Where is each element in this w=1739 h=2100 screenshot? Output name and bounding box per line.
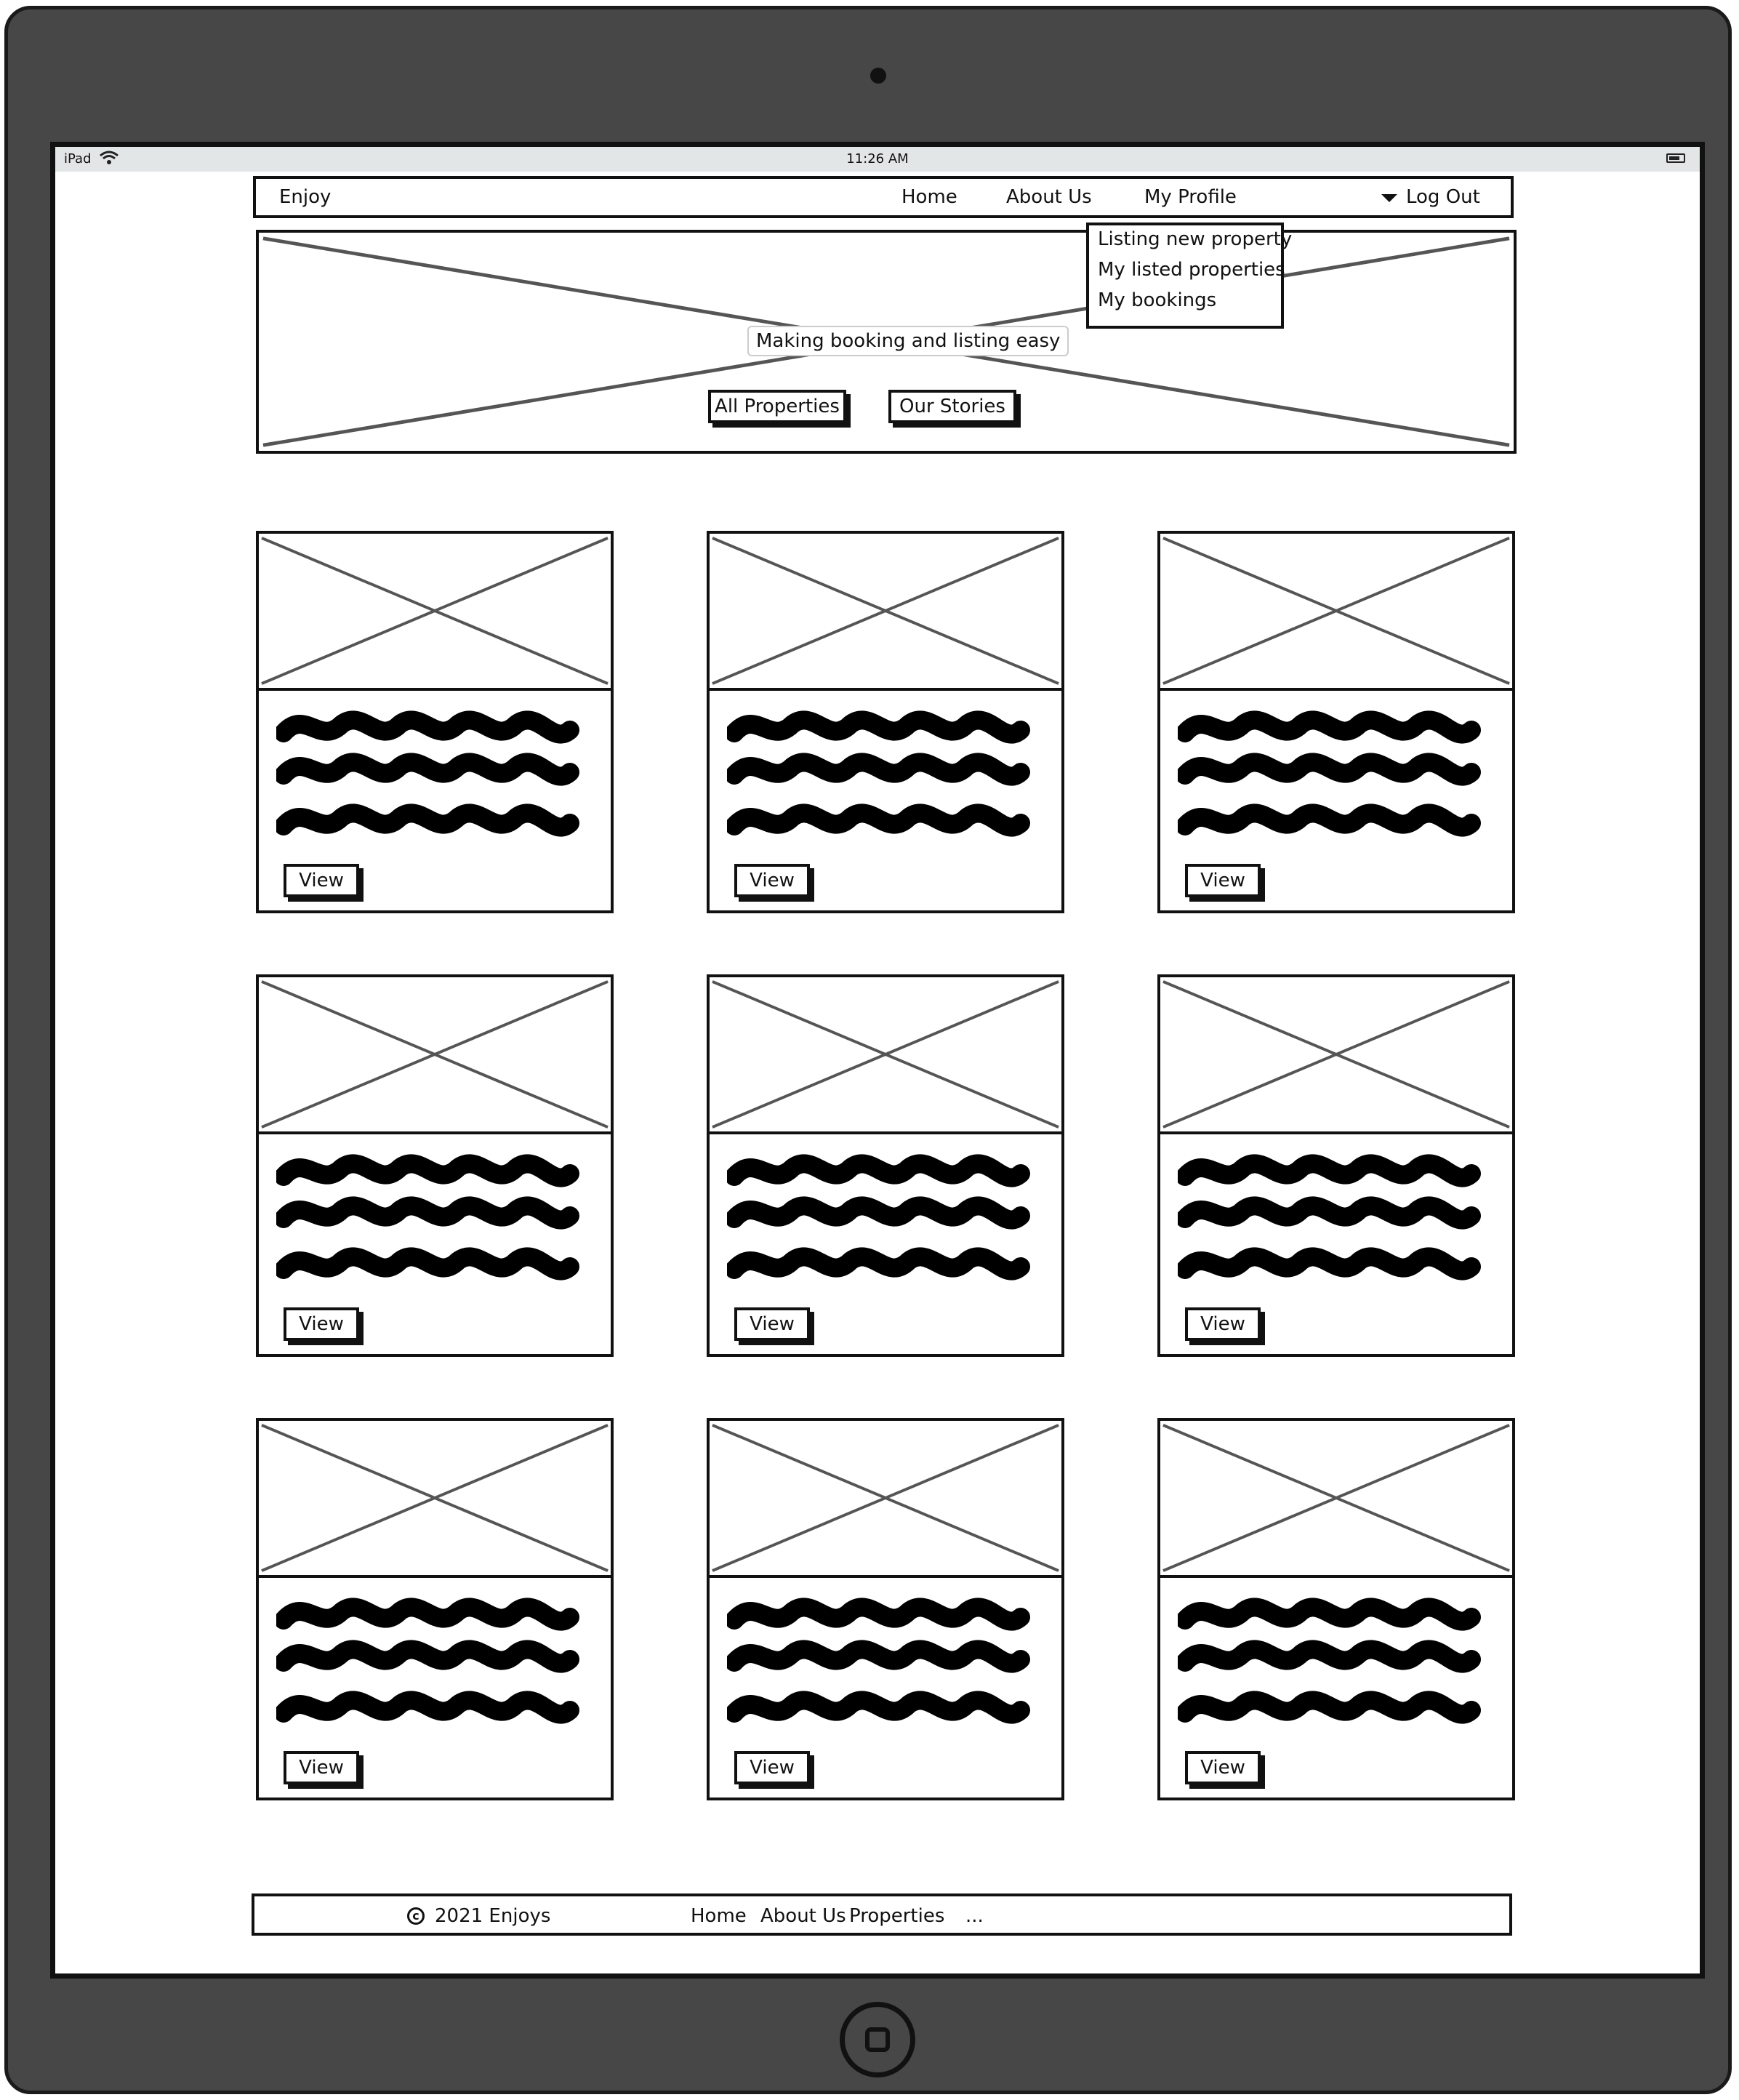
placeholder-text-scribble: [727, 1598, 1030, 1724]
placeholder-text-scribble: [727, 710, 1030, 837]
menu-item-my-listed-properties[interactable]: My listed properties: [1098, 259, 1285, 281]
placeholder-text-scribble: [727, 1154, 1030, 1281]
placeholder-text-scribble: [1178, 710, 1481, 837]
menu-item-listing-new-property[interactable]: Listing new property: [1098, 228, 1292, 250]
nav-log-out[interactable]: Log Out: [1406, 186, 1480, 208]
footer-ellipsis: ...: [965, 1905, 984, 1927]
footer-link-about-us[interactable]: About Us: [760, 1905, 846, 1927]
property-image-placeholder: [710, 1424, 1061, 1578]
view-button[interactable]: View: [1185, 864, 1261, 897]
property-image-placeholder: [259, 980, 611, 1134]
view-button[interactable]: View: [734, 1307, 810, 1341]
footer-copyright: 2021 Enjoys: [435, 1905, 551, 1927]
property-card: View: [707, 531, 1064, 913]
view-button[interactable]: View: [284, 864, 359, 897]
profile-dropdown-menu: Listing new property My listed propertie…: [1086, 223, 1292, 329]
nav-my-profile[interactable]: My Profile: [1144, 186, 1237, 208]
battery-icon: [1666, 153, 1685, 163]
menu-item-my-bookings[interactable]: My bookings: [1098, 289, 1216, 311]
our-stories-button[interactable]: Our Stories: [888, 390, 1016, 423]
placeholder-text-scribble: [276, 1598, 579, 1724]
hero-caption: Making booking and listing easy: [747, 326, 1069, 356]
view-button[interactable]: View: [1185, 1751, 1261, 1784]
caret-down-icon[interactable]: [1381, 194, 1397, 202]
all-properties-button[interactable]: All Properties: [708, 390, 846, 423]
nav-home[interactable]: Home: [901, 186, 957, 208]
property-image-placeholder: [710, 980, 1061, 1134]
navbar: Enjoy Home About Us My Profile Log Out: [253, 176, 1514, 218]
status-time: 11:26 AM: [846, 151, 909, 167]
home-square-icon: [865, 2027, 890, 2052]
view-button[interactable]: View: [284, 1307, 359, 1341]
placeholder-text-scribble: [1178, 1598, 1481, 1724]
view-button[interactable]: View: [284, 1751, 359, 1784]
property-image-placeholder: [710, 537, 1061, 691]
property-image-placeholder: [259, 537, 611, 691]
placeholder-text-scribble: [276, 710, 579, 837]
property-image-placeholder: [1160, 980, 1512, 1134]
status-bar: iPad 11:26 AM: [55, 147, 1700, 172]
camera-dot: [870, 68, 886, 84]
property-image-placeholder: [1160, 1424, 1512, 1578]
property-card: View: [1157, 531, 1515, 913]
property-card: View: [256, 531, 614, 913]
screen: iPad 11:26 AM Enjoy Home About Us My Pro…: [50, 142, 1705, 1979]
footer-link-home[interactable]: Home: [691, 1905, 747, 1927]
property-image-placeholder: [259, 1424, 611, 1578]
tablet-frame: iPad 11:26 AM Enjoy Home About Us My Pro…: [4, 6, 1732, 2094]
brand-logo[interactable]: Enjoy: [279, 186, 331, 208]
property-card: View: [707, 974, 1064, 1357]
home-button[interactable]: [840, 2002, 915, 2077]
view-button[interactable]: View: [734, 1751, 810, 1784]
footer-link-properties[interactable]: Properties: [849, 1905, 944, 1927]
property-card: View: [256, 974, 614, 1357]
footer: c 2021 Enjoys Home About Us Properties .…: [252, 1893, 1512, 1936]
property-card: View: [1157, 974, 1515, 1357]
placeholder-text-scribble: [1178, 1154, 1481, 1281]
view-button[interactable]: View: [734, 864, 810, 897]
property-card: View: [1157, 1418, 1515, 1800]
copyright-icon: c: [407, 1907, 425, 1925]
property-image-placeholder: [1160, 537, 1512, 691]
hero-banner: Making booking and listing easy All Prop…: [256, 230, 1517, 454]
placeholder-text-scribble: [276, 1154, 579, 1281]
nav-about-us[interactable]: About Us: [1006, 186, 1092, 208]
view-button[interactable]: View: [1185, 1307, 1261, 1341]
property-card: View: [256, 1418, 614, 1800]
property-card: View: [707, 1418, 1064, 1800]
